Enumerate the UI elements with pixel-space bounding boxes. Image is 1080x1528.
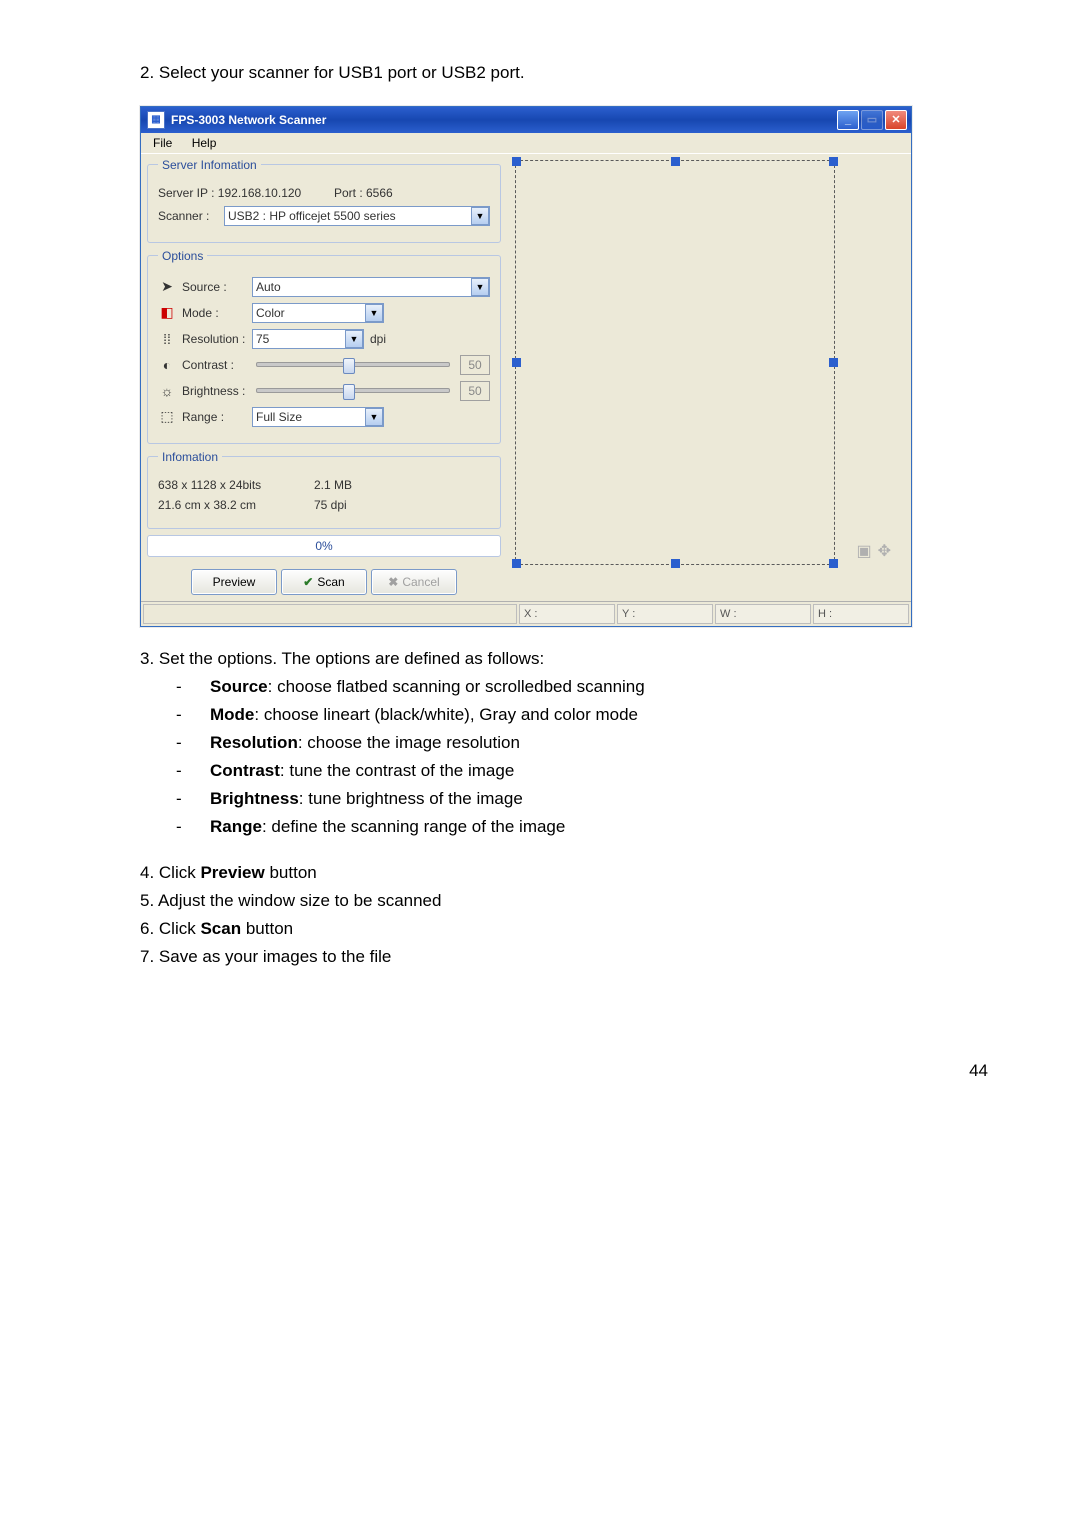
minimize-button[interactable]: _: [837, 110, 859, 130]
resolution-label: Resolution :: [182, 332, 246, 346]
mode-icon: ◧: [158, 305, 176, 321]
preview-label: Preview: [213, 575, 256, 589]
chevron-down-icon[interactable]: ▼: [365, 304, 383, 322]
step-3-subitem: -Range: define the scanning range of the…: [176, 813, 990, 841]
contrast-label: Contrast :: [182, 358, 246, 372]
source-label: Source :: [182, 280, 246, 294]
handle-top-left[interactable]: [512, 157, 521, 166]
menu-file[interactable]: File: [145, 135, 180, 151]
server-info-legend: Server Infomation: [158, 158, 261, 172]
scanner-value: USB2 : HP officejet 5500 series: [225, 209, 396, 223]
handle-mid-right[interactable]: [829, 358, 838, 367]
status-h: H :: [813, 604, 909, 624]
server-info-group: Server Infomation Server IP : 192.168.10…: [147, 158, 501, 243]
info-size: 2.1 MB: [314, 478, 352, 492]
progress-bar: 0%: [147, 535, 501, 557]
status-x: X :: [519, 604, 615, 624]
mode-value: Color: [253, 306, 285, 320]
scanner-label: Scanner :: [158, 209, 218, 223]
source-icon: ➤: [158, 279, 176, 295]
step-3-subitem: -Source: choose flatbed scanning or scro…: [176, 673, 990, 701]
step-3-subitem: -Contrast: tune the contrast of the imag…: [176, 757, 990, 785]
range-icon: ⬚: [158, 409, 176, 425]
statusbar: X : Y : W : H :: [141, 601, 911, 626]
chevron-down-icon[interactable]: ▼: [471, 207, 489, 225]
app-icon: ▦: [147, 111, 165, 129]
resolution-value: 75: [253, 332, 269, 346]
check-icon: ✔: [303, 575, 313, 589]
step-3-intro: 3. Set the options. The options are defi…: [140, 645, 990, 673]
page-number: 44: [140, 1061, 990, 1081]
range-value: Full Size: [253, 410, 302, 424]
mode-select[interactable]: Color ▼: [252, 303, 384, 323]
progress-text: 0%: [315, 539, 332, 553]
handle-top-mid[interactable]: [671, 157, 680, 166]
options-legend: Options: [158, 249, 207, 263]
contrast-slider[interactable]: [256, 362, 450, 367]
step-6-text: 6. Click Scan button: [140, 915, 990, 943]
info-physical: 21.6 cm x 38.2 cm: [158, 498, 308, 512]
step-3-subitem: -Resolution: choose the image resolution: [176, 729, 990, 757]
info-dims: 638 x 1128 x 24bits: [158, 478, 308, 492]
step-2-text: 2. Select your scanner for USB1 port or …: [140, 60, 990, 86]
handle-bottom-right[interactable]: [829, 559, 838, 568]
step-5-text: 5. Adjust the window size to be scanned: [140, 887, 990, 915]
source-select[interactable]: Auto ▼: [252, 277, 490, 297]
menu-help[interactable]: Help: [184, 135, 225, 151]
cancel-label: Cancel: [402, 575, 439, 589]
status-w: W :: [715, 604, 811, 624]
maximize-button[interactable]: ▭: [861, 110, 883, 130]
step-4-text: 4. Click Preview button: [140, 859, 990, 887]
range-label: Range :: [182, 410, 246, 424]
scanner-select[interactable]: USB2 : HP officejet 5500 series ▼: [224, 206, 490, 226]
server-ip-label: Server IP : 192.168.10.120: [158, 186, 328, 200]
brightness-label: Brightness :: [182, 384, 246, 398]
contrast-value: 50: [460, 355, 490, 375]
handle-top-right[interactable]: [829, 157, 838, 166]
brightness-slider[interactable]: [256, 388, 450, 393]
info-dpi: 75 dpi: [314, 498, 347, 512]
selection-rect[interactable]: [515, 160, 835, 565]
source-value: Auto: [253, 280, 281, 294]
status-y: Y :: [617, 604, 713, 624]
handle-bottom-left[interactable]: [512, 559, 521, 568]
scan-label: Scan: [317, 575, 344, 589]
menubar: File Help: [141, 133, 911, 154]
chevron-down-icon[interactable]: ▼: [365, 408, 383, 426]
cancel-button[interactable]: ✖ Cancel: [371, 569, 457, 595]
preview-area[interactable]: ▣ ✥: [507, 158, 905, 595]
zoom-in-icon[interactable]: ✥: [878, 541, 891, 561]
titlebar[interactable]: ▦ FPS-3003 Network Scanner _ ▭ ✕: [141, 107, 911, 133]
range-select[interactable]: Full Size ▼: [252, 407, 384, 427]
resolution-icon: ⁞⁞: [158, 331, 176, 347]
handle-mid-left[interactable]: [512, 358, 521, 367]
zoom-fit-icon[interactable]: ▣: [856, 541, 871, 561]
information-group: Infomation 638 x 1128 x 24bits 2.1 MB 21…: [147, 450, 501, 529]
status-left-pane: [143, 604, 517, 624]
step-3-subitem: -Mode: choose lineart (black/white), Gra…: [176, 701, 990, 729]
chevron-down-icon[interactable]: ▼: [471, 278, 489, 296]
options-group: Options ➤ Source : Auto ▼ ◧ Mode : C: [147, 249, 501, 444]
information-legend: Infomation: [158, 450, 222, 464]
handle-bottom-mid[interactable]: [671, 559, 680, 568]
x-icon: ✖: [388, 575, 398, 589]
chevron-down-icon[interactable]: ▼: [345, 330, 363, 348]
contrast-icon: ◐: [158, 357, 176, 373]
step-3-subitem: -Brightness: tune brightness of the imag…: [176, 785, 990, 813]
mode-label: Mode :: [182, 306, 246, 320]
close-button[interactable]: ✕: [885, 110, 907, 130]
resolution-unit: dpi: [370, 332, 386, 346]
brightness-value: 50: [460, 381, 490, 401]
scan-button[interactable]: ✔ Scan: [281, 569, 367, 595]
scanner-window: ▦ FPS-3003 Network Scanner _ ▭ ✕ File He…: [140, 106, 912, 627]
resolution-select[interactable]: 75 ▼: [252, 329, 364, 349]
preview-button[interactable]: Preview: [191, 569, 277, 595]
server-port-label: Port : 6566: [334, 186, 393, 200]
window-title: FPS-3003 Network Scanner: [171, 113, 326, 127]
step-7-text: 7. Save as your images to the file: [140, 943, 990, 971]
brightness-icon: ☼: [158, 383, 176, 399]
